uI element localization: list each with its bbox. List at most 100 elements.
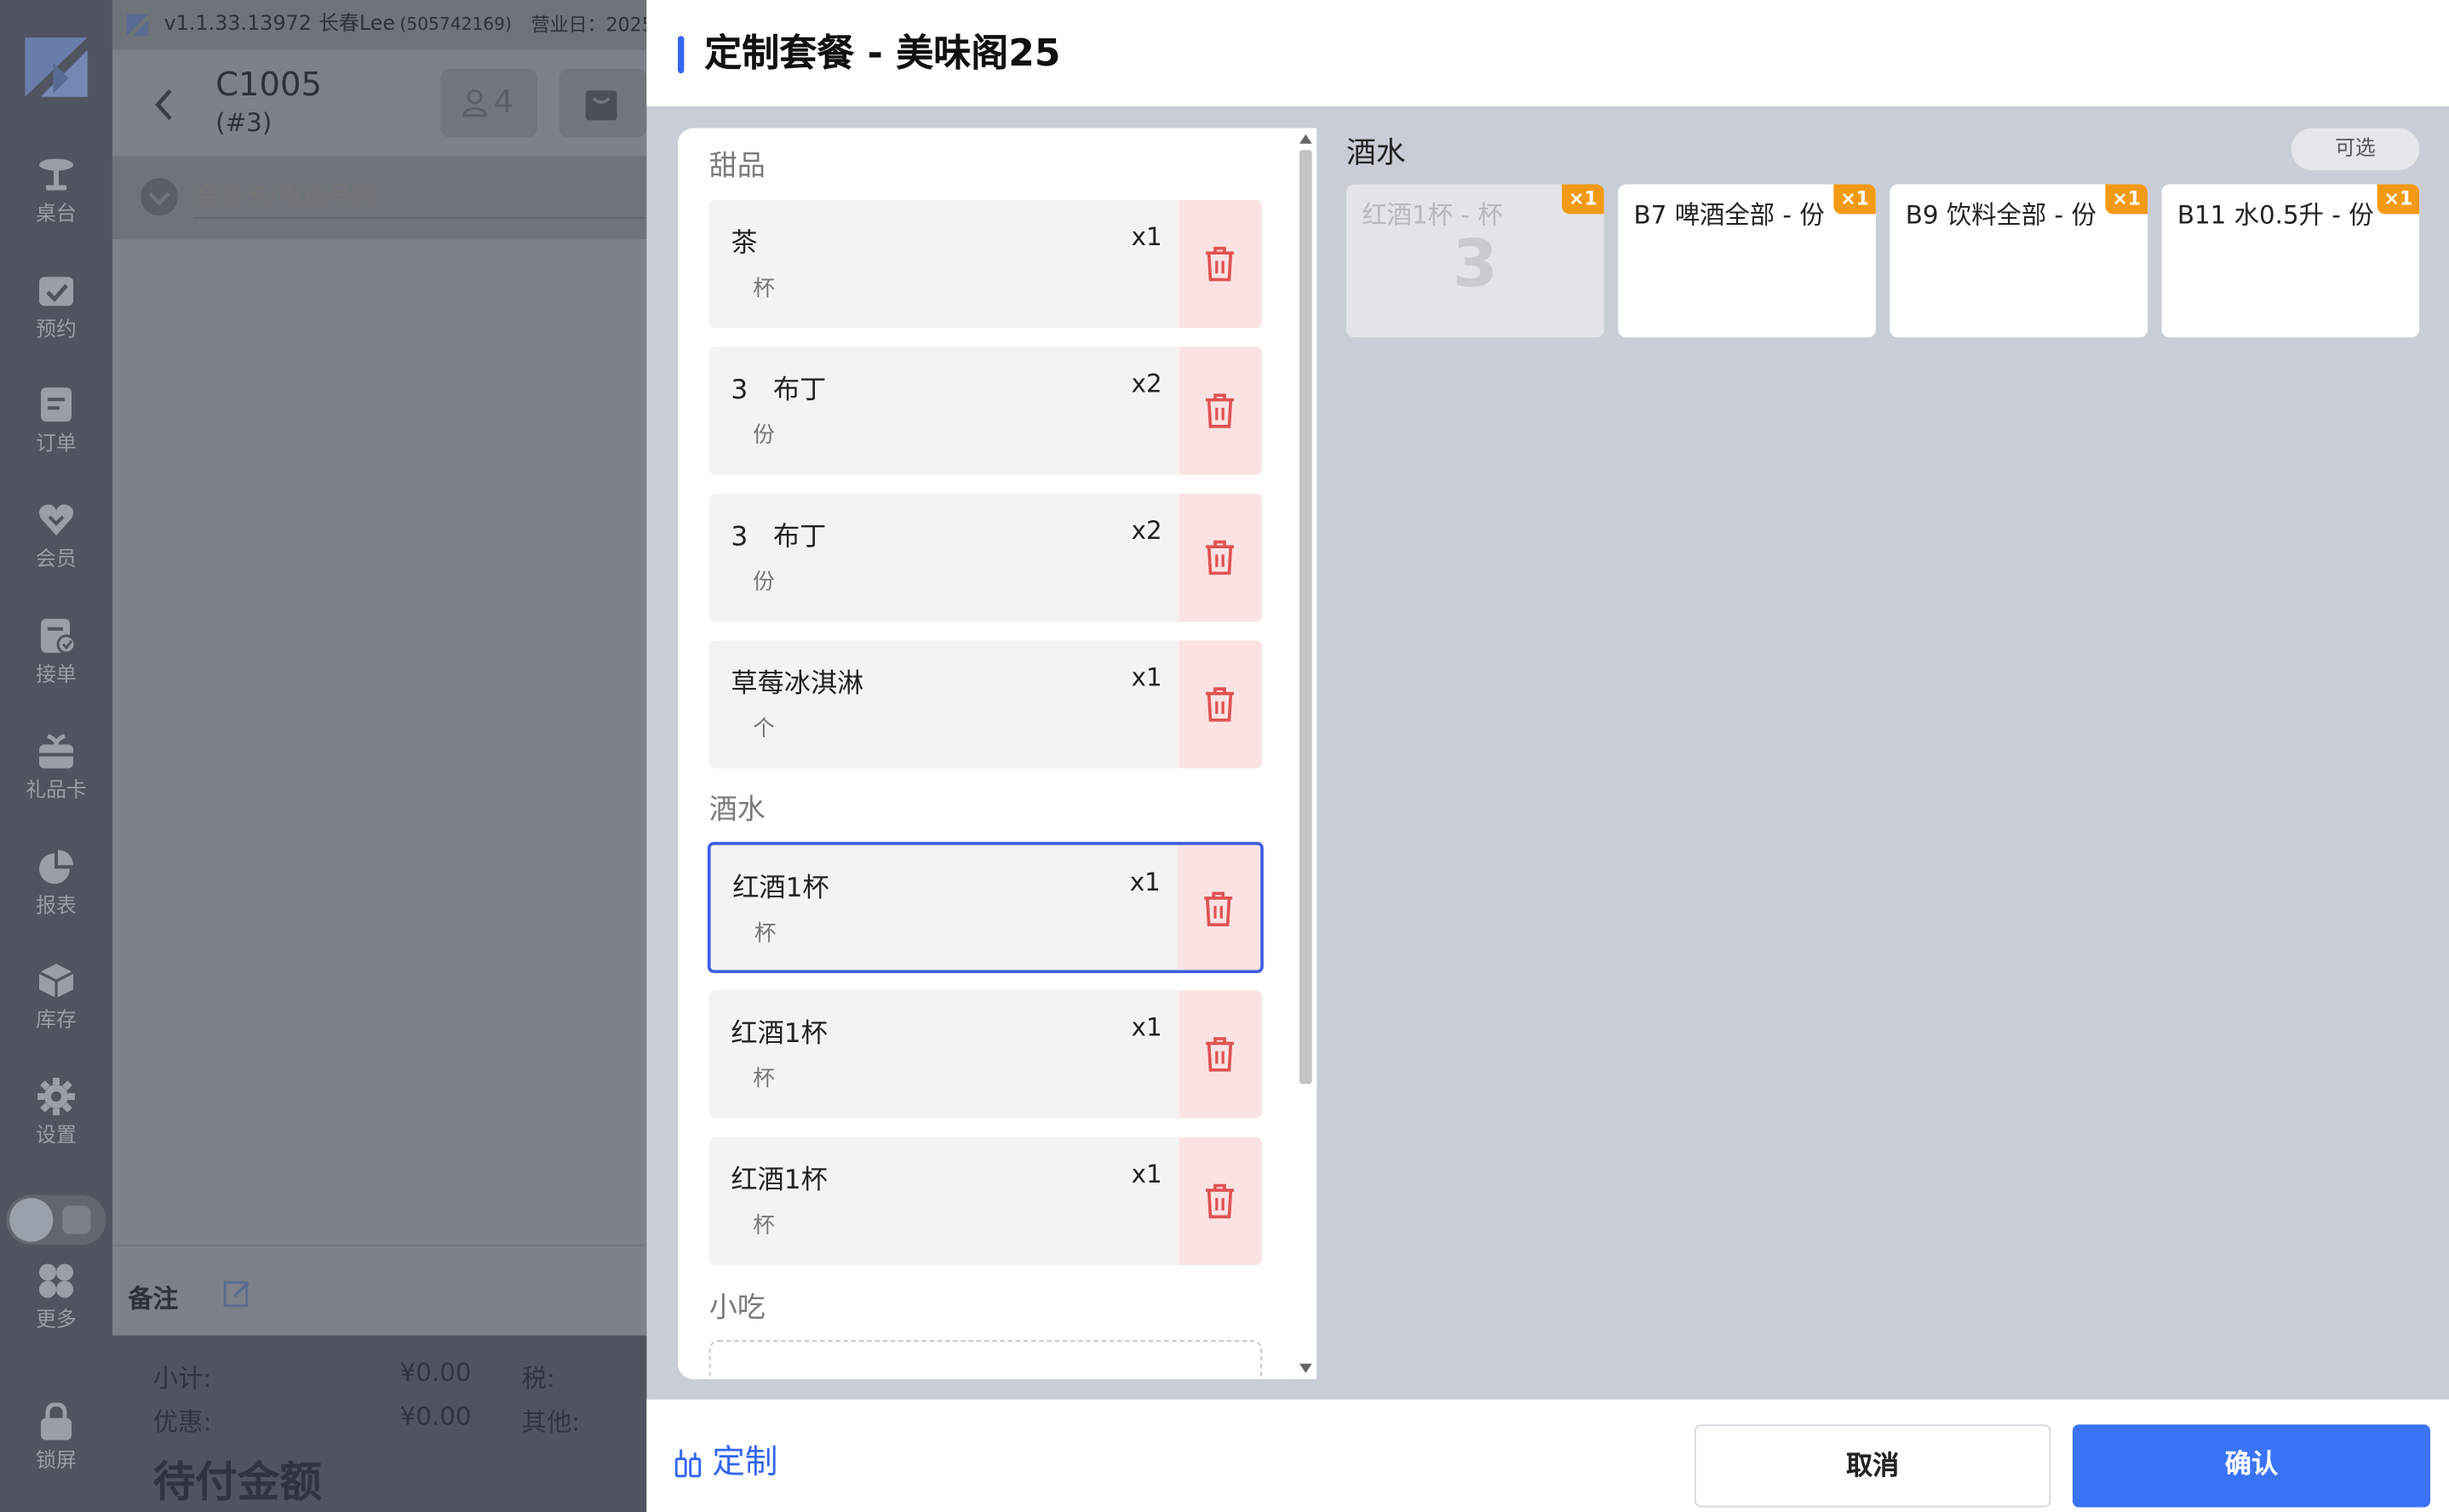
custom-set-modal: 定制套餐 - 美味阁25 甜品茶杯 x1 3 布丁份 x2 3 布丁份 x2 草莓冰淇淋个 x… — [646, 0, 2449, 1512]
delete-button[interactable] — [1179, 1137, 1263, 1266]
option-card: 红酒1杯 - 杯 ×1 3 — [1346, 184, 1604, 338]
sidebar-item-gift-card[interactable]: 礼品卡 — [0, 732, 112, 826]
box-icon — [38, 964, 74, 999]
selected-items-list[interactable]: 甜品茶杯 x1 3 布丁份 x2 3 布丁份 x2 草莓冰淇淋个 x1 酒水 红酒1杯杯 x1 红酒1… — [678, 128, 1317, 1380]
modal-header: 定制套餐 - 美味阁25 — [646, 0, 2449, 106]
sidebar-item-gear[interactable]: 设置 — [0, 1077, 112, 1171]
set-item[interactable]: 3 布丁份 x2 — [708, 493, 1263, 622]
delete-button[interactable] — [1177, 845, 1261, 971]
sidebar-item-heart[interactable]: 会员 — [0, 501, 112, 595]
option-limit-badge: ×1 — [2105, 184, 2148, 215]
sidebar-item-box[interactable]: 库存 — [0, 962, 112, 1056]
add-item-placeholder[interactable] — [708, 1340, 1263, 1380]
item-unit: 杯 — [754, 921, 777, 947]
sidebar-item-pie-chart[interactable]: 报表 — [0, 848, 112, 942]
dine-in-toggle-icon[interactable] — [9, 1198, 54, 1242]
sidebar-item-lock[interactable]: 锁屏 — [0, 1402, 112, 1497]
bag-icon — [585, 90, 617, 121]
order-items-area — [112, 237, 660, 1246]
sidebar: 桌台预约订单会员接单礼品卡报表库存设置更多锁屏 — [0, 0, 113, 1512]
customize-button[interactable]: 定制 — [674, 1437, 777, 1484]
trash-icon — [1205, 1183, 1235, 1219]
option-limit-badge: ×1 — [1833, 184, 1876, 215]
delete-button[interactable] — [1179, 199, 1263, 329]
option-card[interactable]: B9 饮料全部 - 份 ×1 — [1890, 184, 2148, 338]
bag-button[interactable] — [559, 68, 647, 138]
sidebar-item-calendar-check[interactable]: 预约 — [0, 272, 112, 365]
set-item[interactable]: 草莓冰淇淋个 x1 — [708, 640, 1263, 769]
trash-icon — [1205, 393, 1235, 428]
set-item[interactable]: 红酒1杯杯 x1 — [708, 1137, 1263, 1266]
item-quantity: x1 — [1129, 867, 1161, 897]
lock-icon — [41, 1402, 72, 1440]
order-sub: (#3) — [215, 107, 272, 138]
subtotal-label: 小计: — [152, 1363, 212, 1394]
scroll-up-icon[interactable] — [1299, 134, 1312, 144]
modal-footer: 定制 取消 确认 — [646, 1399, 2449, 1512]
item-name: 3 布丁 — [731, 375, 827, 407]
sidebar-item-order[interactable]: 订单 — [0, 386, 112, 479]
item-unit: 杯 — [753, 1067, 775, 1092]
title-accent-bar — [678, 36, 685, 74]
set-item[interactable]: 3 布丁份 x2 — [708, 346, 1263, 475]
discount-value: ¥0.00 — [399, 1400, 472, 1431]
option-limit-badge: ×1 — [1562, 184, 1604, 215]
option-card[interactable]: B11 水0.5升 - 份 ×1 — [2161, 184, 2420, 338]
sidebar-item-label: 锁屏 — [36, 1449, 77, 1474]
item-quantity: x1 — [1131, 221, 1162, 252]
option-name: B11 水0.5升 - 份 — [2177, 199, 2374, 230]
set-item[interactable]: 茶杯 x1 — [708, 199, 1263, 329]
confirm-button[interactable]: 确认 — [2072, 1424, 2430, 1508]
back-icon[interactable] — [153, 88, 175, 122]
takeout-toggle-icon[interactable] — [62, 1206, 91, 1234]
delete-button[interactable] — [1179, 990, 1263, 1119]
option-limit-badge: ×1 — [2377, 184, 2420, 215]
cancel-button[interactable]: 取消 — [1695, 1424, 2051, 1508]
member-search-input[interactable] — [193, 175, 647, 219]
sidebar-item-label: 会员 — [36, 547, 77, 572]
item-unit: 份 — [753, 423, 775, 449]
scrollbar-thumb[interactable] — [1299, 150, 1312, 1085]
accept-order-icon — [41, 618, 76, 655]
item-name: 3 布丁 — [731, 521, 827, 553]
item-quantity: x2 — [1131, 515, 1162, 546]
business-day: 营业日：2025 — [531, 14, 654, 37]
table-icon — [39, 158, 74, 191]
set-item[interactable]: 红酒1杯杯 x1 — [707, 841, 1264, 974]
item-quantity: x2 — [1131, 368, 1162, 398]
sidebar-item-label: 更多 — [36, 1309, 77, 1333]
version-text: v1.1.33.13972 — [163, 12, 312, 37]
set-item[interactable]: 红酒1杯杯 x1 — [708, 990, 1263, 1119]
scroll-down-icon[interactable] — [1299, 1363, 1312, 1373]
option-selected-count: 3 — [1452, 225, 1499, 302]
edit-icon[interactable] — [221, 1278, 253, 1309]
customize-icon — [674, 1449, 702, 1478]
sidebar-item-label: 接单 — [36, 663, 77, 688]
subtotal-value: ¥0.00 — [399, 1357, 472, 1388]
mode-toggle[interactable] — [6, 1194, 106, 1246]
sidebar-item-table[interactable]: 桌台 — [0, 156, 112, 249]
member-row — [112, 156, 660, 238]
list-scrollbar[interactable] — [1294, 128, 1317, 1380]
sidebar-item-label: 预约 — [36, 318, 77, 342]
tax-label: 税: — [521, 1363, 555, 1394]
sidebar-item-grid[interactable]: 更多 — [0, 1262, 112, 1355]
sidebar-item-label: 报表 — [36, 895, 77, 919]
guest-count-button[interactable]: 4 — [440, 68, 537, 138]
section-header: 小吃 — [708, 1292, 766, 1325]
option-card[interactable]: B7 啤酒全部 - 份 ×1 — [1618, 184, 1876, 338]
delete-button[interactable] — [1179, 346, 1263, 475]
calendar-check-icon — [39, 277, 74, 306]
user-name: 长春Lee — [318, 12, 396, 37]
item-unit: 杯 — [753, 1213, 775, 1239]
sidebar-item-accept-order[interactable]: 接单 — [0, 617, 112, 711]
order-icon — [41, 387, 72, 422]
delete-button[interactable] — [1179, 493, 1263, 622]
sidebar-item-label: 礼品卡 — [26, 779, 87, 804]
item-unit: 份 — [753, 570, 775, 596]
member-icon — [141, 178, 179, 216]
sidebar-item-label: 设置 — [36, 1124, 77, 1148]
delete-button[interactable] — [1179, 640, 1263, 769]
item-unit: 个 — [753, 717, 775, 742]
totals-panel: 小计: ¥0.00 税: 优惠: ¥0.00 其他: 待付金额 — [112, 1335, 660, 1512]
